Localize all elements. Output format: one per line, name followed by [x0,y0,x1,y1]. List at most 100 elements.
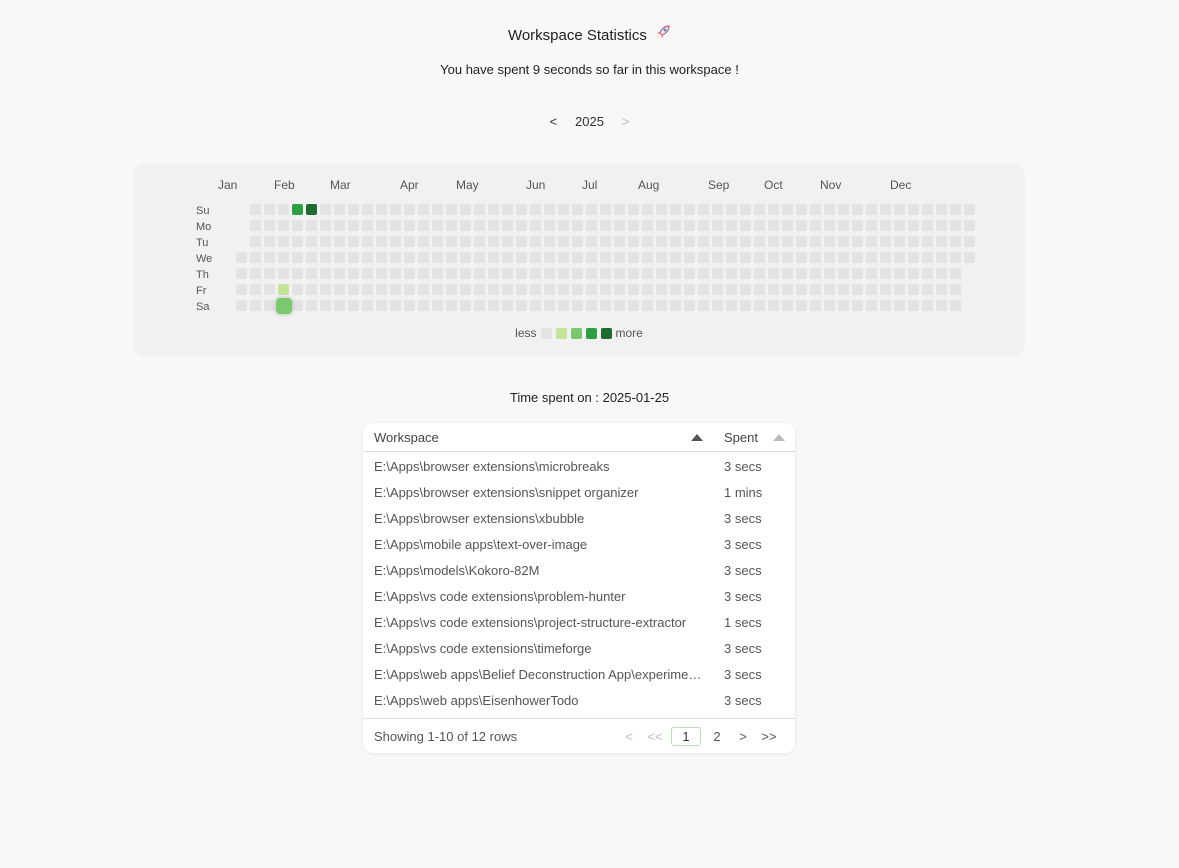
heatmap-cell[interactable] [488,204,499,215]
heatmap-cell[interactable] [460,300,471,311]
heatmap-cell[interactable] [852,268,863,279]
heatmap-cell[interactable] [306,268,317,279]
heatmap-cell[interactable] [922,204,933,215]
heatmap-cell[interactable] [306,300,317,311]
heatmap-cell[interactable] [348,220,359,231]
heatmap-cell[interactable] [628,220,639,231]
heatmap-cell[interactable] [278,220,289,231]
heatmap-cell[interactable] [768,300,779,311]
heatmap-cell[interactable] [306,204,317,215]
heatmap-cell[interactable] [740,268,751,279]
heatmap-cell[interactable] [376,284,387,295]
heatmap-cell[interactable] [320,236,331,247]
heatmap-cell[interactable] [726,268,737,279]
heatmap-cell[interactable] [852,204,863,215]
heatmap-cell[interactable] [684,268,695,279]
heatmap-cell[interactable] [502,252,513,263]
heatmap-cell[interactable] [348,268,359,279]
heatmap-cell[interactable] [250,220,261,231]
heatmap-cell[interactable] [432,300,443,311]
heatmap-cell[interactable] [670,252,681,263]
heatmap-cell[interactable] [404,300,415,311]
heatmap-cell[interactable] [600,220,611,231]
heatmap-cell[interactable] [418,284,429,295]
heatmap-cell[interactable] [838,252,849,263]
heatmap-cell[interactable] [950,204,961,215]
heatmap-cell[interactable] [950,300,961,311]
heatmap-cell[interactable] [404,220,415,231]
heatmap-cell[interactable] [684,284,695,295]
heatmap-cell[interactable] [698,220,709,231]
heatmap-cell[interactable] [334,284,345,295]
heatmap-cell[interactable] [656,300,667,311]
heatmap-cell[interactable] [572,268,583,279]
heatmap-cell[interactable] [964,252,975,263]
heatmap-cell[interactable] [516,204,527,215]
heatmap-cell[interactable] [782,236,793,247]
heatmap-cell[interactable] [740,284,751,295]
heatmap-cell[interactable] [936,204,947,215]
heatmap-cell[interactable] [964,220,975,231]
heatmap-cell[interactable] [726,204,737,215]
heatmap-cell[interactable] [796,300,807,311]
heatmap-cell[interactable] [362,236,373,247]
heatmap-cell[interactable] [292,236,303,247]
heatmap-cell[interactable] [712,236,723,247]
heatmap-cell[interactable] [754,204,765,215]
heatmap-cell[interactable] [348,204,359,215]
heatmap-cell[interactable] [642,252,653,263]
heatmap-cell[interactable] [264,220,275,231]
heatmap-cell[interactable] [460,236,471,247]
heatmap-cell[interactable] [544,252,555,263]
heatmap-cell[interactable] [362,204,373,215]
heatmap-cell[interactable] [488,268,499,279]
heatmap-cell[interactable] [334,252,345,263]
heatmap-cell[interactable] [712,220,723,231]
heatmap-cell[interactable] [390,268,401,279]
heatmap-cell[interactable] [404,236,415,247]
heatmap-cell[interactable] [446,252,457,263]
heatmap-cell[interactable] [712,252,723,263]
heatmap-cell[interactable] [250,252,261,263]
heatmap-cell[interactable] [698,300,709,311]
heatmap-cell[interactable] [894,284,905,295]
heatmap-cell[interactable] [418,220,429,231]
heatmap-cell[interactable] [264,204,275,215]
heatmap-cell[interactable] [894,204,905,215]
heatmap-cell[interactable] [586,220,597,231]
heatmap-cell[interactable] [768,268,779,279]
prev-year-button[interactable]: < [549,114,557,129]
heatmap-cell[interactable] [824,268,835,279]
prev-page-button[interactable]: < [619,729,639,744]
heatmap-cell[interactable] [824,236,835,247]
heatmap-cell[interactable] [558,252,569,263]
page-2-button[interactable]: 2 [707,729,727,744]
heatmap-cell[interactable] [656,204,667,215]
heatmap-cell[interactable] [726,300,737,311]
heatmap-cell[interactable] [320,220,331,231]
heatmap-cell[interactable] [894,268,905,279]
heatmap-cell[interactable] [236,252,247,263]
heatmap-cell[interactable] [558,236,569,247]
heatmap-cell[interactable] [740,300,751,311]
heatmap-cell[interactable] [698,268,709,279]
heatmap-cell[interactable] [404,284,415,295]
heatmap-cell[interactable] [572,252,583,263]
heatmap-cell[interactable] [530,236,541,247]
heatmap-cell[interactable] [866,300,877,311]
heatmap-cell[interactable] [740,252,751,263]
heatmap-cell[interactable] [628,236,639,247]
heatmap-cell[interactable] [446,220,457,231]
heatmap-cell[interactable] [894,220,905,231]
heatmap-cell[interactable] [432,284,443,295]
heatmap-cell[interactable] [782,284,793,295]
heatmap-cell[interactable] [502,300,513,311]
heatmap-cell[interactable] [768,284,779,295]
heatmap-cell[interactable] [544,284,555,295]
heatmap-cell[interactable] [362,268,373,279]
heatmap-cell[interactable] [796,284,807,295]
heatmap-cell[interactable] [740,236,751,247]
heatmap-cell[interactable] [852,284,863,295]
heatmap-cell[interactable] [516,284,527,295]
heatmap-cell[interactable] [278,252,289,263]
